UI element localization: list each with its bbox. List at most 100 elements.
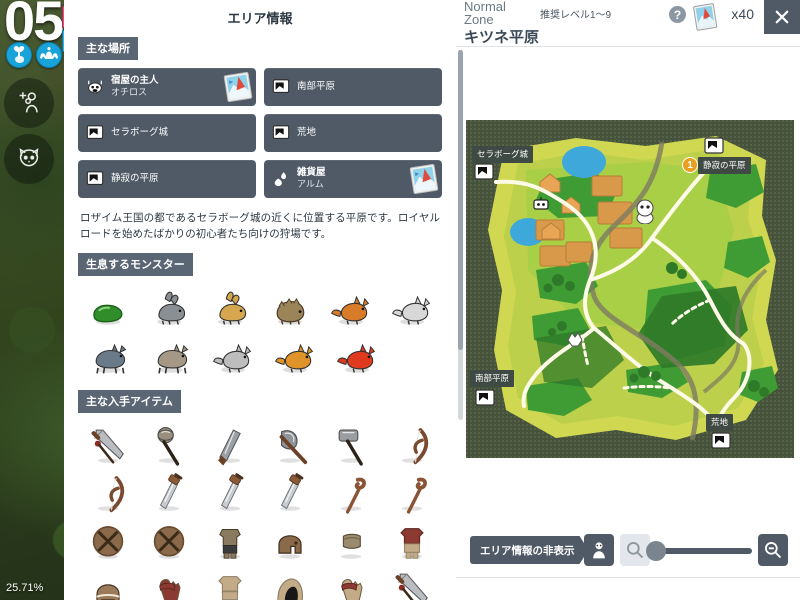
place-card-4[interactable]: 静寂の平原	[78, 160, 256, 198]
place-card-1[interactable]: 南部平原	[264, 68, 442, 106]
place-card-0[interactable]: 宿屋の主人 オチロス	[78, 68, 256, 106]
amber-fox-icon[interactable]	[264, 332, 326, 380]
map-marker-number[interactable]: 1	[682, 157, 698, 173]
red-tunic-icon[interactable]	[381, 519, 442, 567]
section-heading-items: 主な入手アイテム	[78, 389, 181, 413]
wooden-staff-icon[interactable]	[321, 471, 382, 519]
place-card-thumbnail[interactable]	[223, 71, 253, 103]
red-fox-icon[interactable]	[326, 332, 388, 380]
zone-kind-line1: Normal	[464, 0, 506, 14]
map-label-seijaku[interactable]: 静寂の平原	[698, 157, 751, 174]
map-zoom-slider-handle[interactable]	[646, 541, 666, 561]
cloth-shirt-icon[interactable]	[199, 567, 260, 600]
green-slime-icon[interactable]	[78, 284, 139, 332]
recommended-level: 推奨レベル1〜9	[540, 10, 612, 21]
player-avatar-icon[interactable]	[634, 198, 656, 225]
map-header: Normal Zone キツネ平原 推奨レベル1〜9 ? x40	[456, 0, 800, 46]
iron-helm-icon[interactable]	[260, 519, 321, 567]
long-dagger-icon[interactable]	[199, 471, 260, 519]
footer-divider	[456, 577, 800, 578]
wooden-bow-icon[interactable]	[381, 423, 442, 471]
zone-kind: Normal Zone	[464, 0, 506, 27]
map-flag-serabourg[interactable]	[474, 162, 494, 182]
place-title: 荒地	[297, 127, 317, 139]
leather-armor-icon[interactable]	[199, 519, 260, 567]
party-add-icon[interactable]	[4, 78, 54, 128]
iron-sword-icon[interactable]	[78, 423, 139, 471]
place-subtitle: オチロス	[111, 87, 148, 98]
map-flag-seijaku[interactable]	[704, 136, 724, 156]
map-label-nanbu[interactable]: 南部平原	[470, 370, 515, 387]
dagger-icon[interactable]	[139, 471, 200, 519]
map-card-icon[interactable]	[692, 2, 718, 31]
scrollbar-thumb[interactable]	[458, 50, 463, 350]
short-blade-icon[interactable]	[199, 423, 260, 471]
place-subtitle: アルム	[297, 179, 324, 190]
short-bow-icon[interactable]	[78, 471, 139, 519]
red-glove-icon[interactable]	[139, 567, 200, 600]
leather-belt-icon[interactable]	[321, 519, 382, 567]
silver-fox-icon[interactable]	[202, 332, 264, 380]
fox-marker-icon[interactable]	[564, 328, 586, 350]
cat-pet-icon[interactable]	[4, 134, 54, 184]
flag-icon	[272, 78, 290, 96]
map-controls: エリア情報の非表示	[456, 532, 800, 572]
area-info-panel: エリア情報 主な場所 宿屋の主人 オチロス 南部平原 セラボーグ城 荒地 静寂の平原 雑貨屋…	[64, 0, 456, 600]
item-list	[64, 421, 456, 600]
flag-icon	[86, 170, 104, 188]
round-shield-icon[interactable]	[78, 519, 139, 567]
map-flag-kouchi[interactable]	[711, 431, 731, 451]
area-map[interactable]: セラボーグ城 1 静寂の平原 南部平原 荒地	[466, 120, 794, 458]
buckler-icon[interactable]	[139, 519, 200, 567]
person-icon[interactable]	[584, 534, 614, 566]
place-card-5[interactable]: 雑貨屋 アルム	[264, 160, 442, 198]
zoom-out-icon[interactable]	[758, 534, 788, 566]
leather-glove-icon[interactable]	[321, 567, 382, 600]
place-card-2[interactable]: セラボーグ城	[78, 114, 256, 152]
blue-wolf-icon[interactable]	[78, 332, 140, 380]
war-hammer-icon[interactable]	[321, 423, 382, 471]
heart-plant-buff-icon[interactable]	[6, 42, 32, 68]
shop-marker-icon[interactable]	[532, 196, 550, 214]
orange-fox-icon[interactable]	[321, 284, 382, 332]
exploration-progress: 25.71%	[6, 582, 44, 594]
section-heading-monsters: 生息するモンスター	[78, 252, 193, 276]
header-divider	[456, 46, 800, 47]
gray-rabbit-icon[interactable]	[139, 284, 200, 332]
zone-kind-line2: Zone	[464, 12, 494, 28]
map-panel: Normal Zone キツネ平原 推奨レベル1〜9 ? x40 セラボーグ城 …	[456, 0, 800, 600]
place-card-text: 南部平原	[297, 81, 335, 93]
place-card-text: セラボーグ城	[111, 127, 168, 139]
place-card-3[interactable]: 荒地	[264, 114, 442, 152]
map-zoom-slider[interactable]	[652, 548, 752, 554]
status-effects	[6, 42, 62, 68]
place-card-thumbnail[interactable]	[409, 163, 439, 195]
map-label-kouchi[interactable]: 荒地	[706, 414, 734, 431]
hide-area-info-button[interactable]: エリア情報の非表示	[470, 536, 589, 564]
tan-rabbit-icon[interactable]	[199, 284, 260, 332]
place-card-text: 宿屋の主人 オチロス	[111, 75, 159, 98]
boar-icon[interactable]	[260, 284, 321, 332]
white-fox-icon[interactable]	[381, 284, 442, 332]
hand-axe-icon[interactable]	[260, 423, 321, 471]
potion-icon	[272, 170, 290, 188]
oak-staff-icon[interactable]	[381, 471, 442, 519]
places-grid: 宿屋の主人 オチロス 南部平原セラボーグ城 荒地静寂の平原 雑貨屋 アルム	[64, 68, 456, 198]
hands-buff-icon[interactable]	[36, 42, 62, 68]
map-lake-north	[562, 146, 606, 178]
zone-name: キツネ平原	[464, 29, 540, 46]
close-icon[interactable]	[764, 0, 800, 34]
panel-scrollbar[interactable]	[458, 50, 463, 420]
monster-row	[64, 332, 456, 380]
place-title: 南部平原	[297, 81, 336, 93]
battle-axe-icon[interactable]	[139, 423, 200, 471]
steel-dagger-icon[interactable]	[260, 471, 321, 519]
place-title: 静寂の平原	[111, 173, 159, 185]
training-sword-icon[interactable]	[381, 567, 442, 600]
hood-icon[interactable]	[260, 567, 321, 600]
gray-wolf-icon[interactable]	[140, 332, 202, 380]
help-icon[interactable]: ?	[669, 6, 686, 23]
map-flag-nanbu[interactable]	[475, 388, 495, 408]
leather-cap-icon[interactable]	[78, 567, 139, 600]
map-label-serabourg[interactable]: セラボーグ城	[472, 146, 534, 163]
